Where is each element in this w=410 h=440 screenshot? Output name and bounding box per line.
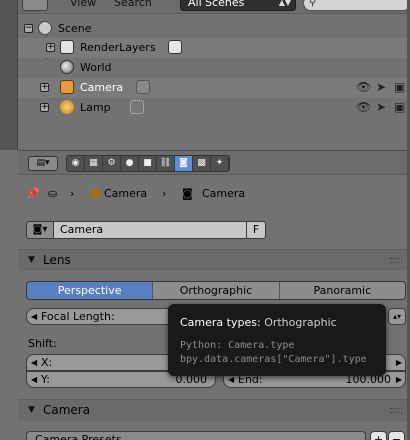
collapse-toggle[interactable]: − xyxy=(24,24,33,33)
editor-type-button[interactable] xyxy=(22,0,48,11)
camera-panel-title: Camera xyxy=(43,403,91,417)
tree-row-renderlayers[interactable]: + RenderLayers xyxy=(18,38,410,58)
display-mode-select[interactable]: All Scenes ▲▼ xyxy=(180,0,296,11)
camera-presets-label: Camera Presets xyxy=(35,433,122,440)
camera-data-icon[interactable] xyxy=(136,80,150,94)
camera-type-selector: Perspective Orthographic Panoramic xyxy=(26,281,406,300)
search-icon: ⚲ xyxy=(309,0,317,8)
tree-label-lamp: Lamp xyxy=(80,101,111,114)
tree-row-world[interactable]: World xyxy=(18,58,410,78)
tooltip-title: Camera types: Orthographic xyxy=(180,316,374,329)
lamp-data-icon[interactable] xyxy=(130,100,144,114)
camera-object-icon xyxy=(60,80,74,94)
eye-icon[interactable]: 👁 xyxy=(356,100,371,114)
lens-panel-header[interactable]: ▼ Lens xyxy=(18,249,410,271)
tab-camera-data[interactable]: ◙ xyxy=(175,156,193,171)
tab-object[interactable]: ■ xyxy=(139,156,157,171)
breadcrumb-data: Camera xyxy=(202,187,246,200)
render-camera-icon[interactable]: ▣ xyxy=(394,80,405,94)
tree-row-camera[interactable]: + Camera 👁 ➤ ▣ xyxy=(18,78,410,98)
datablock-name-field[interactable]: Camera xyxy=(53,221,247,239)
scene-context-icon: ⛀ xyxy=(48,187,58,200)
orthographic-option[interactable]: Orthographic xyxy=(153,282,280,299)
pin-icon[interactable]: 📌 xyxy=(26,187,40,200)
tooltip-python-path: Python: Camera.type xyxy=(180,340,295,351)
outliner-editor: View Search All Scenes ▲▼ ⚲ − Scene + Re… xyxy=(0,0,410,150)
decrement-arrow-icon[interactable]: ◀ xyxy=(31,372,37,387)
tree-label-scene: Scene xyxy=(58,22,92,35)
camera-object-icon: ■ xyxy=(90,187,101,200)
lens-unit-dropdown[interactable]: ▴▾ xyxy=(388,308,406,325)
lamp-object-icon xyxy=(60,100,74,114)
shift-label: Shift: xyxy=(28,337,57,350)
properties-editor: ▤▾ ◉ ▦ ⚙ ● ■ ⛓ ◙ ▩ ✦ 📌 ⛀ › ■ Camera › ◙ … xyxy=(18,150,410,440)
remove-preset-button[interactable]: − xyxy=(388,431,405,440)
browse-camera-button[interactable]: ◙▾ xyxy=(26,221,54,239)
tab-world[interactable]: ● xyxy=(121,156,139,171)
outliner-left-strip xyxy=(0,0,18,150)
decrement-arrow-icon[interactable]: ◀ xyxy=(31,309,37,324)
tab-renderlayers[interactable]: ▦ xyxy=(85,156,103,171)
focal-length-label: Focal Length: xyxy=(41,310,115,323)
tab-constraints[interactable]: ⛓ xyxy=(157,156,175,171)
chevron-right-icon: › xyxy=(70,187,75,200)
menu-search[interactable]: Search xyxy=(114,0,152,9)
tab-texture[interactable]: ▩ xyxy=(193,156,211,171)
perspective-option[interactable]: Perspective xyxy=(27,282,154,299)
editor-type-button[interactable]: ▤▾ xyxy=(28,156,58,171)
outliner-header: View Search All Scenes ▲▼ ⚲ xyxy=(18,0,410,14)
cursor-icon[interactable]: ➤ xyxy=(376,80,386,94)
tooltip-python-data-path: bpy.data.cameras["Camera"].type xyxy=(180,354,367,365)
tooltip-title-label: Camera types: xyxy=(180,316,261,329)
outliner-tree: − Scene + RenderLayers World + Camera 👁 … xyxy=(18,17,410,150)
camera-panel-header[interactable]: ▼ Camera xyxy=(18,399,410,421)
drag-grip-icon[interactable] xyxy=(390,408,402,413)
shift-x-label: X: xyxy=(41,356,53,369)
tree-label-camera: Camera xyxy=(80,81,124,94)
lens-panel-title: Lens xyxy=(43,253,71,267)
camera-type-tooltip: Camera types: Orthographic Python: Camer… xyxy=(168,304,386,376)
world-icon xyxy=(60,60,74,74)
fake-user-button[interactable]: F xyxy=(246,221,266,239)
triangle-down-icon: ▼ xyxy=(28,405,35,415)
panoramic-option[interactable]: Panoramic xyxy=(279,282,405,299)
tree-label-world: World xyxy=(80,61,112,74)
camera-datablock-selector: ◙▾ Camera F xyxy=(26,221,286,240)
tab-physics[interactable]: ✦ xyxy=(211,156,229,171)
add-preset-button[interactable]: + xyxy=(370,431,387,440)
breadcrumb-object: Camera xyxy=(104,187,148,200)
chevron-updown-icon: ▴▾ xyxy=(393,312,402,321)
search-input[interactable]: ⚲ xyxy=(303,0,410,11)
tree-label-renderlayers: RenderLayers xyxy=(80,41,156,54)
camera-presets-menu[interactable]: Camera Presets xyxy=(26,431,366,440)
breadcrumb: 📌 ⛀ › ■ Camera › ◙ Camera xyxy=(26,185,406,203)
chevron-right-icon: › xyxy=(162,187,167,200)
expand-toggle[interactable]: + xyxy=(40,103,49,112)
display-mode-value: All Scenes xyxy=(188,0,245,9)
context-tabs: ◉ ▦ ⚙ ● ■ ⛓ ◙ ▩ ✦ xyxy=(66,155,230,172)
triangle-down-icon: ▼ xyxy=(28,255,35,265)
tab-scene[interactable]: ⚙ xyxy=(103,156,121,171)
properties-header: ▤▾ ◉ ▦ ⚙ ● ■ ⛓ ◙ ▩ ✦ xyxy=(18,151,410,175)
renderlayer-data-icon[interactable] xyxy=(168,40,182,54)
drag-grip-icon[interactable] xyxy=(390,258,402,263)
decrement-arrow-icon[interactable]: ◀ xyxy=(31,355,37,370)
eye-icon[interactable]: 👁 xyxy=(356,80,371,94)
chevron-down-icon: ▲▼ xyxy=(278,0,291,7)
tree-row-lamp[interactable]: + Lamp 👁 ➤ ▣ xyxy=(18,98,410,118)
renderlayers-icon xyxy=(60,40,74,54)
menu-view[interactable]: View xyxy=(70,0,96,9)
scene-icon xyxy=(38,21,52,35)
cursor-icon[interactable]: ➤ xyxy=(376,100,386,114)
tooltip-title-value: Orthographic xyxy=(264,316,337,329)
render-camera-icon[interactable]: ▣ xyxy=(394,100,405,114)
camera-data-icon: ◙ xyxy=(182,187,193,200)
tab-render[interactable]: ◉ xyxy=(67,156,85,171)
shift-y-label: Y: xyxy=(41,373,50,386)
increment-arrow-icon[interactable]: ▶ xyxy=(396,372,402,387)
increment-arrow-icon[interactable]: ▶ xyxy=(396,355,402,370)
expand-toggle[interactable]: + xyxy=(40,83,49,92)
expand-toggle[interactable]: + xyxy=(46,43,55,52)
tree-row-scene[interactable]: − Scene xyxy=(18,19,410,39)
